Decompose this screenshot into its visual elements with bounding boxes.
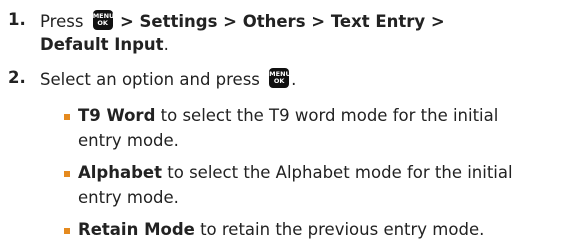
option-line-2: entry mode.	[78, 188, 179, 207]
option-line-1: T9 Word to select the T9 word mode for t…	[78, 106, 498, 125]
step-1-press-text: Press	[40, 12, 84, 31]
option-label: Retain Mode	[78, 220, 195, 239]
step-2-line-1: Select an option and press MENU OK .	[40, 68, 296, 89]
option-line-2: entry mode.	[78, 131, 179, 150]
bullet-square-icon	[64, 171, 70, 177]
step-number: 2.	[8, 68, 26, 87]
bullet-square-icon	[64, 114, 70, 120]
key-icon-line-2: OK	[97, 19, 108, 27]
menu-ok-key-icon: MENU OK	[269, 68, 291, 88]
option-line-1: Retain Mode to retain the previous entry…	[78, 220, 484, 239]
step-1-menu-path: > Settings > Others > Text Entry >	[119, 12, 445, 31]
option-label: Alphabet	[78, 163, 163, 182]
step-1-period: .	[163, 35, 169, 54]
option-description: to select the Alphabet mode for the init…	[167, 163, 513, 182]
step-1-line-2: Default Input.	[40, 35, 169, 54]
menu-ok-key-icon: MENU OK	[92, 10, 114, 30]
step-2-text: Select an option and press	[40, 70, 260, 89]
step-1-menu-path-end: Default Input	[40, 35, 164, 54]
option-label: T9 Word	[78, 106, 156, 125]
step-number: 1.	[8, 10, 26, 29]
bullet-square-icon	[64, 228, 70, 234]
option-description: to select the T9 word mode for the initi…	[160, 106, 499, 125]
step-2-period: .	[291, 70, 297, 89]
step-1-line-1: Press MENU OK > Settings > Others > Text…	[40, 10, 445, 31]
option-line-1: Alphabet to select the Alphabet mode for…	[78, 163, 513, 182]
option-description: to retain the previous entry mode.	[200, 220, 485, 239]
key-icon-line-2: OK	[273, 77, 285, 85]
